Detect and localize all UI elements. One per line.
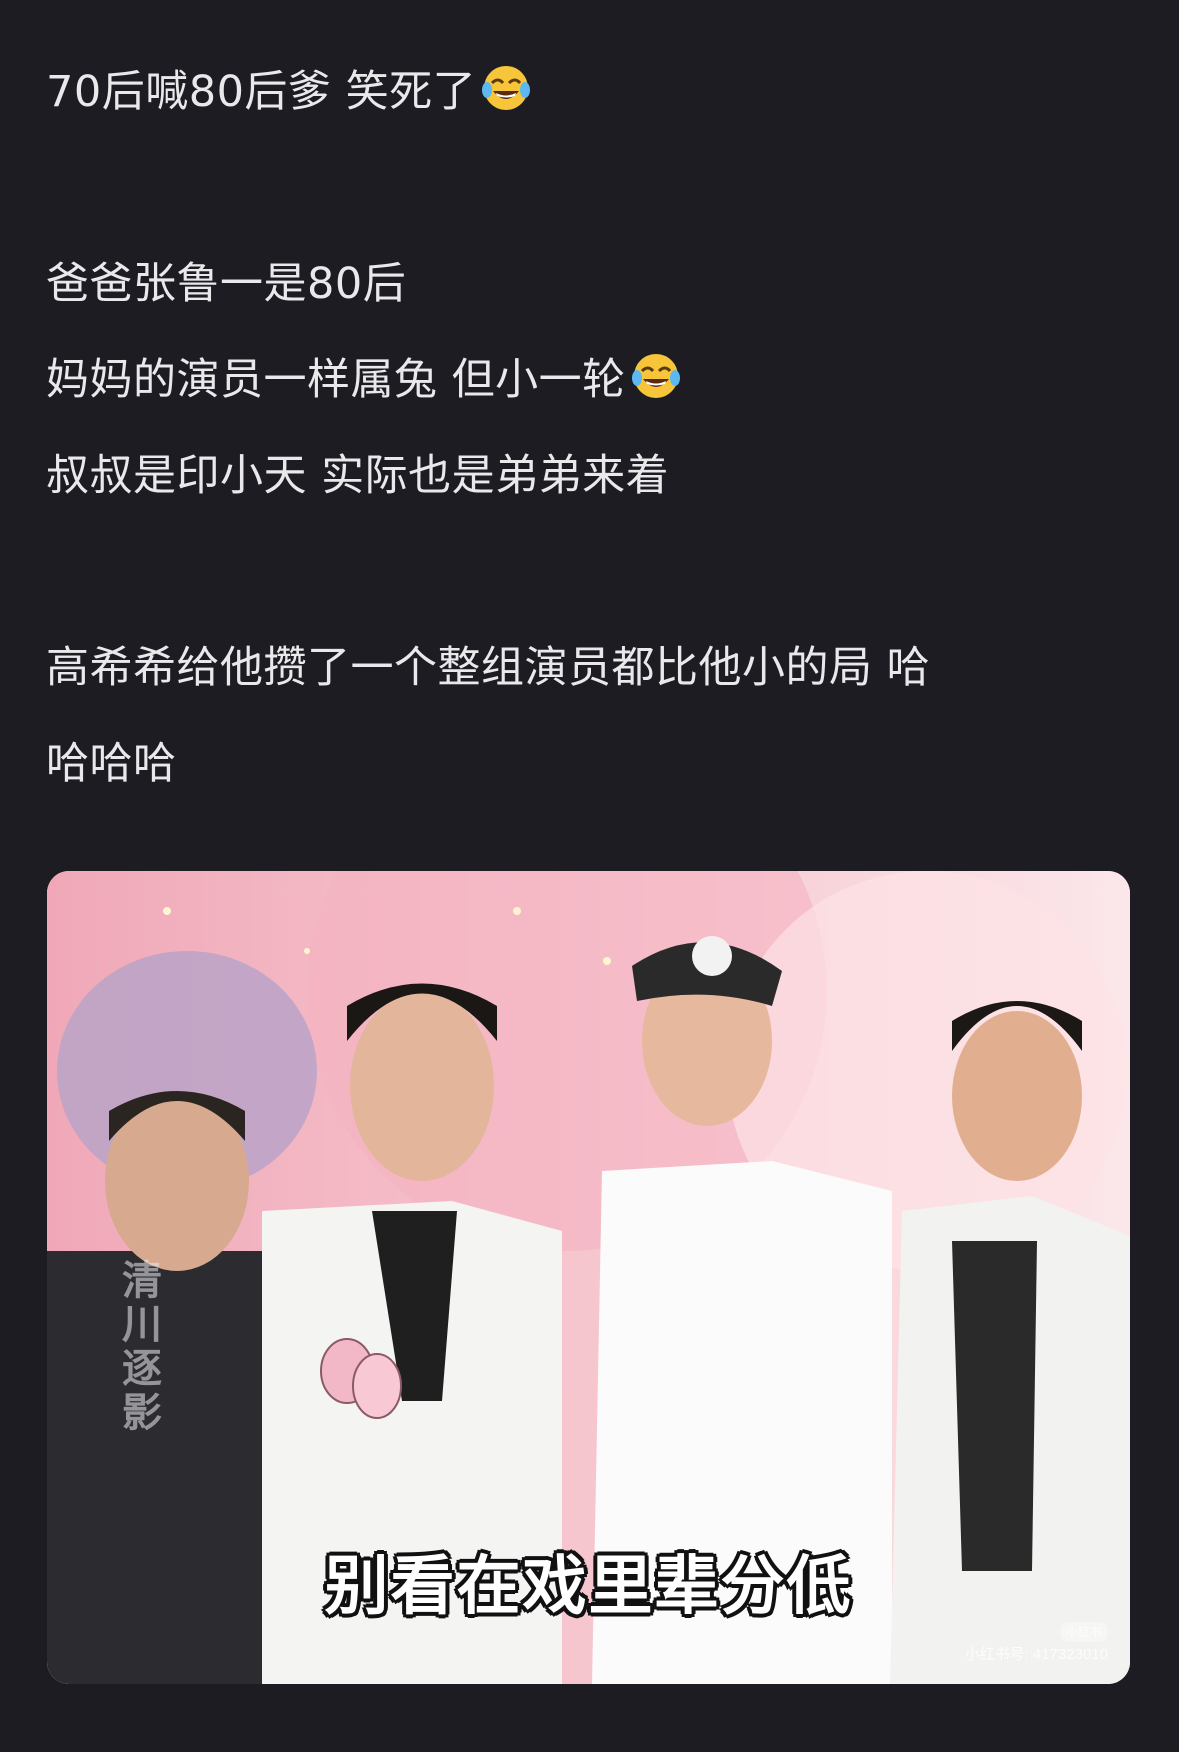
post-line-6: 哈哈哈 — [46, 739, 177, 789]
post-line-5: 高希希给他攒了一个整组演员都比他小的局 哈 — [46, 643, 931, 693]
post-spacer — [46, 140, 1136, 236]
xiaohongshu-logo: 小红书 — [1059, 1622, 1108, 1642]
video-subtitle: 别看在戏里辈分低 — [324, 1550, 853, 1624]
corner-watermark: 小红书 小红书号: 417323010 — [965, 1622, 1108, 1664]
tears-of-joy-emoji-icon — [631, 354, 680, 398]
post-line-3: 妈妈的演员一样属兔 但小一轮 — [46, 332, 1136, 428]
post-line-2: 爸爸张鲁一是80后 — [46, 259, 407, 309]
post-image[interactable]: 清川逐影 别看在戏里辈分低 小红书 小红书号: 417323010 — [47, 871, 1130, 1684]
post-line-1: 70后喊80后爹 笑死了 — [46, 44, 1136, 140]
post-line-4: 叔叔是印小天 实际也是弟弟来着 — [46, 451, 670, 501]
tears-of-joy-emoji-icon — [482, 66, 531, 110]
corner-watermark-id: 小红书号: 417323010 — [964, 1646, 1108, 1663]
vertical-watermark: 清川逐影 — [122, 1258, 162, 1436]
post-body: 70后喊80后爹 笑死了 爸爸张鲁一是80后 妈妈的演员一样属兔 但小一轮 叔叔… — [46, 44, 1136, 812]
post-spacer — [46, 524, 1136, 620]
post-line-3-text: 妈妈的演员一样属兔 但小一轮 — [46, 355, 626, 405]
post-line-1-text: 70后喊80后爹 笑死了 — [46, 67, 477, 117]
